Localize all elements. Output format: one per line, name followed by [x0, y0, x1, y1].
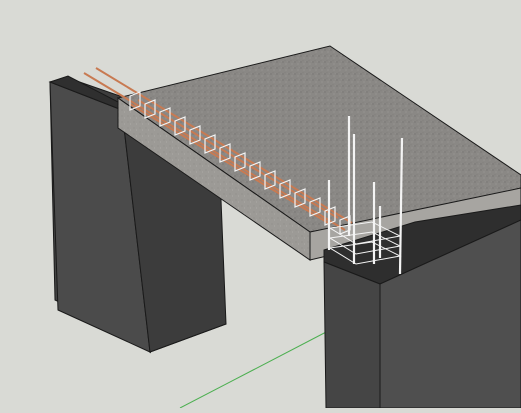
scene-canvas[interactable]	[0, 0, 521, 409]
right-wall-front-face	[323, 261, 381, 409]
green-axis-line	[179, 329, 331, 409]
3d-viewport[interactable]	[0, 0, 521, 409]
